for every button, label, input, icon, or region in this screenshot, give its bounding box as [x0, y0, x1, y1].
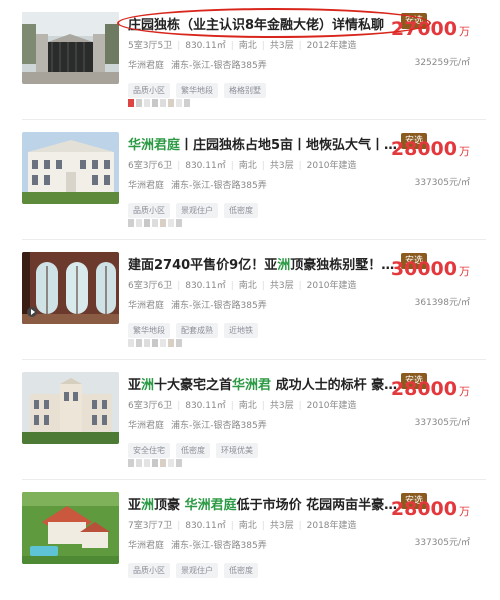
- title-keyword-highlight: 华洲君庭: [128, 138, 181, 153]
- agent-info-blurred: [128, 219, 182, 227]
- title-text: 亚: [128, 378, 142, 393]
- title-text: 庄园独栋（业主认识8年金融大佬）详情私聊: [128, 18, 385, 33]
- listing-address: 华洲君庭 浦东-张江-银杏路385弄: [128, 421, 267, 431]
- total-price: 27000 万: [390, 18, 470, 40]
- title-text: 成功人士的标杆 豪…: [271, 378, 398, 393]
- title-keyword-highlight: 华洲君庭: [184, 498, 237, 513]
- unit-price: 325259元/㎡: [414, 58, 470, 68]
- listing-tags: 品质小区 景观住户 低密度: [128, 558, 264, 578]
- agent-info-blurred: [128, 459, 182, 467]
- listing-specs: 5室3厅5卫 | 830.11㎡ | 南北 | 共3层 | 2012年建造: [128, 41, 357, 51]
- unit-price: 361398元/㎡: [414, 298, 470, 308]
- listing-photo[interactable]: [22, 132, 119, 204]
- listing-tags: 品质小区 景观住户 低密度: [128, 198, 264, 218]
- listing-photo[interactable]: [22, 372, 119, 444]
- unit-price: 337305元/㎡: [414, 418, 470, 428]
- listing-card[interactable]: 庄园独栋（业主认识8年金融大佬）详情私聊 安选 5室3厅5卫 | 830.11㎡ | 南…: [0, 0, 500, 120]
- title-text: 低于市场价 花园两亩半豪…: [236, 498, 398, 513]
- title-keyword-highlight: 洲: [141, 498, 155, 513]
- listing-specs: 6室3厅6卫 | 830.11㎡ | 南北 | 共3层 | 2010年建造: [128, 281, 357, 291]
- listing-photo[interactable]: [22, 492, 119, 564]
- listing-card[interactable]: 亚洲十大豪宅之首华洲君 成功人士的标杆 豪… 安选 6室3厅6卫 | 830.11㎡…: [0, 360, 500, 480]
- title-text: 十大豪宅之首: [154, 378, 233, 393]
- title-text: 建面2740平售价9亿！亚: [128, 258, 278, 273]
- listing-specs: 6室3厅6卫 | 830.11㎡ | 南北 | 共3层 | 2010年建造: [128, 161, 357, 171]
- listing-address: 华洲君庭 浦东-张江-银杏路385弄: [128, 181, 267, 191]
- listing-title[interactable]: 华洲君庭丨庄园独栋占地5亩丨地恢弘大气丨…: [128, 134, 398, 154]
- total-price: 28000 万: [390, 138, 470, 160]
- total-price: 30000 万: [390, 258, 470, 280]
- total-price: 28000 万: [390, 498, 470, 520]
- title-text: 顶豪: [154, 498, 185, 513]
- listing-title[interactable]: 亚洲顶豪 华洲君庭低于市场价 花园两亩半豪…: [128, 494, 398, 514]
- title-keyword-highlight: 洲: [141, 378, 155, 393]
- listing-address: 华洲君庭 浦东-张江-银杏路385弄: [128, 301, 267, 311]
- title-text: 丨庄园独栋占地5亩丨地恢弘大气丨…: [180, 138, 398, 153]
- title-keyword-highlight: 华洲君: [232, 378, 272, 393]
- listing-tags: 安全住宅 低密度 环境优美: [128, 438, 264, 458]
- listing-title[interactable]: 庄园独栋（业主认识8年金融大佬）详情私聊: [128, 14, 398, 34]
- unit-price: 337305元/㎡: [414, 178, 470, 188]
- listing-tags: 品质小区 繁华地段 格格别墅: [128, 78, 272, 98]
- listing-photo[interactable]: [22, 12, 119, 84]
- title-keyword-highlight: 洲: [277, 258, 291, 273]
- listing-card[interactable]: 华洲君庭丨庄园独栋占地5亩丨地恢弘大气丨… 安选 6室3厅6卫 | 830.11㎡ |…: [0, 120, 500, 240]
- listing-specs: 6室3厅6卫 | 830.11㎡ | 南北 | 共3层 | 2010年建造: [128, 401, 357, 411]
- listing-tags: 繁华地段 配套成熟 近地铁: [128, 318, 264, 338]
- agent-info-blurred: [128, 99, 190, 107]
- total-price: 28000 万: [390, 378, 470, 400]
- listing-title[interactable]: 建面2740平售价9亿！亚洲顶豪独栋别墅！…: [128, 254, 398, 274]
- listing-card[interactable]: 建面2740平售价9亿！亚洲顶豪独栋别墅！… 安选 6室3厅6卫 | 830.11㎡…: [0, 240, 500, 360]
- listing-photo[interactable]: [22, 252, 119, 324]
- listing-specs: 7室3厅7卫 | 830.11㎡ | 南北 | 共3层 | 2018年建造: [128, 521, 357, 531]
- listing-address: 华洲君庭 浦东-张江-银杏路385弄: [128, 541, 267, 551]
- listing-title[interactable]: 亚洲十大豪宅之首华洲君 成功人士的标杆 豪…: [128, 374, 398, 394]
- unit-price: 337305元/㎡: [414, 538, 470, 548]
- title-text: 顶豪独栋别墅！…: [290, 258, 395, 273]
- title-text: 亚: [128, 498, 142, 513]
- listing-address: 华洲君庭 浦东-张江-银杏路385弄: [128, 61, 267, 71]
- listing-card[interactable]: 亚洲顶豪 华洲君庭低于市场价 花园两亩半豪… 安选 7室3厅7卫 | 830.11㎡…: [0, 480, 500, 600]
- agent-info-blurred: [128, 339, 182, 347]
